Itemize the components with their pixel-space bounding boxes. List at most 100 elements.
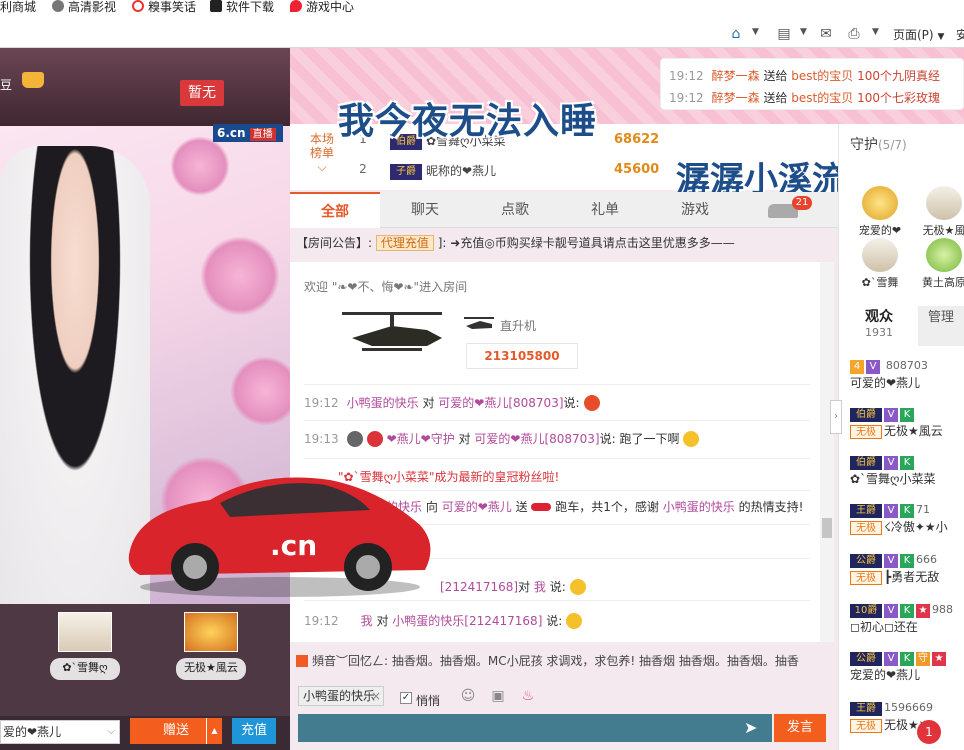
sports-car-icon [531, 503, 552, 511]
agent-charge-link[interactable]: 代理充值 [375, 235, 434, 251]
scrollbar-thumb[interactable] [822, 518, 832, 538]
chat-scrollbar[interactable] [820, 262, 834, 642]
vip-badge: V [884, 456, 898, 470]
vip-badge: V [884, 554, 898, 568]
tab-managers[interactable]: 管理 [918, 306, 964, 346]
ranking-row[interactable]: 2 子爵 昵称的❤燕儿 45600 [350, 162, 680, 184]
favorite-games[interactable]: 游戏中心 [290, 0, 354, 14]
chat-message: 19:12 小鸭蛋的快乐 对 可爱的❤燕儿[808703]说: [304, 394, 600, 411]
favorite-film[interactable]: 高清影视 [52, 0, 116, 14]
page-menu[interactable]: 页面(P) ▼ [893, 26, 944, 43]
zanwu-badge[interactable]: 暂无 [180, 80, 224, 106]
smile-icon [132, 0, 144, 12]
viewer-row[interactable]: 王爵 1596669 无极 无极★氺 [850, 700, 964, 748]
helicopter-icon [462, 316, 496, 332]
chat-target-chip[interactable]: 小鸭蛋的快乐 × [298, 686, 384, 706]
feed-dropdown-icon[interactable]: ▼ [800, 27, 807, 37]
vehicle-name: 直升机 [500, 319, 537, 333]
guard-member[interactable]: 宠爱的❤ [852, 186, 908, 238]
send-icon[interactable]: ➤ [744, 718, 764, 738]
tab-gifts[interactable]: 礼单 [560, 192, 650, 228]
print-dropdown-icon[interactable]: ▼ [872, 27, 879, 37]
favorite-jokes[interactable]: 糗事笑话 [132, 0, 196, 14]
home-dropdown-icon[interactable]: ▼ [752, 27, 759, 37]
vip-badge: V [884, 408, 898, 422]
film-icon [52, 0, 64, 12]
viewer-row[interactable]: 10爵 V K ★ 988 ◻初心◻还在 [850, 602, 964, 650]
browser-toolbar: 利商城 高清影视 糗事笑话 软件下载 游戏中心 ⌂ ▼ ▤ ▼ ✉ ⎙ ▼ 页面… [0, 0, 964, 48]
level-badge: 伯爵 [850, 456, 882, 470]
recharge-button[interactable]: 充值 [232, 718, 276, 744]
guard-member[interactable]: 黄土高原 [916, 238, 964, 290]
tab-viewers[interactable]: 观众 1931 [840, 306, 918, 346]
emoji-icon [583, 395, 600, 411]
viewer-row[interactable]: 伯爵 V K 无极 无极★風云 [850, 406, 964, 454]
whisper-label: 悄悄 [416, 694, 441, 708]
favorite-shop[interactable]: 利商城 [0, 0, 36, 14]
chat-message: 19:13 ❤燕儿❤守护 对 可爱的❤燕儿[808703]说: 跑了一下啊 [304, 430, 700, 447]
chat-tabs: 全部 聊天 点歌 礼单 游戏 [290, 192, 838, 228]
level-badge: 伯爵 [850, 408, 882, 422]
star-badge: ★ [916, 604, 930, 618]
noble-badge: 无极 [850, 719, 882, 733]
send-button[interactable]: 发言 [774, 714, 826, 742]
room-notice: 【房间公告】: 代理充值 ]: ➜充值◎币购买绿卡靓号道具请点击这里优惠多多—— [296, 235, 735, 251]
chat-message: [212417168]对 我 说: [440, 578, 586, 595]
horn-marquee: 頻音︶回忆ㄥ: 抽香烟。抽香烟。MC小屁孩 求调戏，求包养! 抽香烟 抽香烟。抽… [296, 652, 826, 670]
mail-icon[interactable]: ✉ [818, 26, 834, 42]
emoji-icon [683, 431, 700, 447]
tab-all[interactable]: 全部 [290, 192, 380, 228]
avatar [862, 186, 898, 220]
divider [304, 384, 810, 385]
print-icon[interactable]: ⎙ [846, 26, 862, 42]
noble-badge: 无极 [850, 571, 882, 585]
guard-card[interactable]: 无极★風云 [176, 612, 246, 684]
bean-label: 豆 [0, 78, 13, 92]
guard-title: 守护(5/7) [850, 137, 907, 153]
vip-badge: V [884, 504, 898, 518]
home-icon[interactable]: ⌂ [728, 26, 744, 42]
safety-menu[interactable]: 安 [956, 26, 964, 43]
chevron-down-icon[interactable]: ▲ [206, 718, 222, 744]
k-badge: K [900, 652, 914, 666]
favorite-download[interactable]: 软件下载 [210, 0, 274, 14]
close-icon[interactable]: × [371, 687, 381, 705]
viewer-row[interactable]: 公爵 V K 666 无极 ┣勇者无敌 [850, 552, 964, 600]
tab-games[interactable]: 游戏 [650, 192, 740, 228]
viewer-row[interactable]: 4V 808703 可爱的❤燕儿 [850, 358, 964, 406]
send-gift-button[interactable]: 赠送 ▲ [130, 718, 222, 744]
gift-recipient-select[interactable]: 爱的❤燕儿 ⌵ [0, 720, 120, 744]
star-badge: ★ [932, 652, 946, 666]
emoji-picker-icon[interactable]: ☺ [460, 688, 476, 704]
guard-member[interactable]: ✿`雪舞 [852, 238, 908, 290]
tab-song[interactable]: 点歌 [470, 192, 560, 228]
collapse-arrow-icon[interactable]: › [830, 400, 842, 434]
flower-decoration [230, 356, 290, 426]
game-icon [290, 0, 302, 12]
flower-decoration [170, 136, 230, 196]
tab-chat[interactable]: 聊天 [380, 192, 470, 228]
song-overlay-title: 我今夜无法入睡 [338, 101, 598, 142]
level-badge: 4 [850, 360, 864, 374]
streamer-header [0, 48, 290, 126]
viewer-row[interactable]: 王爵 V K 71 无极 ☇冷傲✦★小 [850, 502, 964, 550]
whisper-checkbox[interactable]: ✓ [400, 692, 412, 704]
helicopter-image [332, 308, 448, 358]
feed-icon[interactable]: ▤ [776, 26, 792, 42]
cake-icon[interactable]: ♨ [520, 688, 536, 704]
flower-decoration [200, 236, 280, 316]
car-count-badge: 21 [792, 196, 812, 210]
viewer-row[interactable]: 伯爵 V K ✿`雪舞ღ小菜菜 [850, 454, 964, 502]
chat-input[interactable] [298, 714, 772, 742]
guard-card[interactable]: ✿`雪舞ღ [50, 612, 120, 684]
vip-badge: V [866, 360, 880, 374]
live-badge: 直播 [249, 128, 276, 141]
guard-avatar [184, 612, 238, 652]
notification-badge[interactable]: 1 [917, 720, 941, 744]
avatar [926, 186, 962, 220]
k-badge: K [900, 554, 914, 568]
viewer-row[interactable]: 公爵 V K 守 ★ 宠爱的❤燕儿 [850, 650, 964, 698]
image-icon[interactable]: ▣ [490, 688, 506, 704]
sports-car-animation: .cn [120, 455, 440, 600]
guard-member[interactable]: 无极★風 [916, 186, 964, 238]
